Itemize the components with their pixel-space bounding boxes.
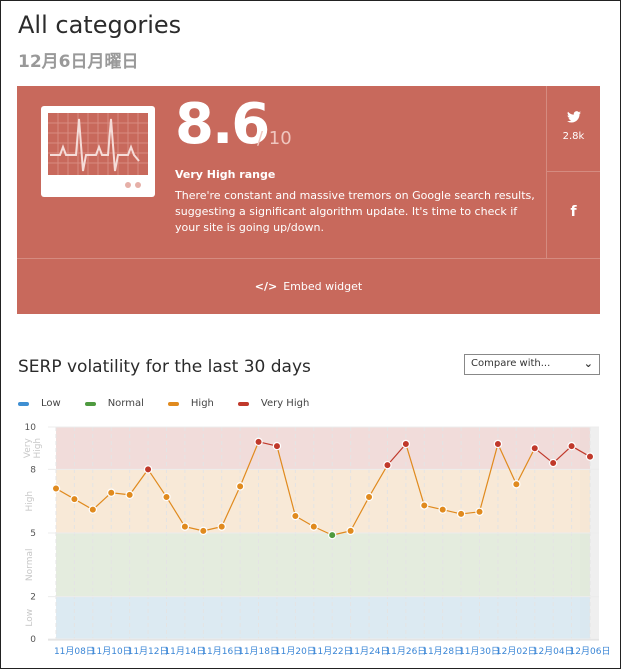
band-label: Normal <box>25 549 35 582</box>
data-point <box>328 530 337 540</box>
data-point <box>217 522 226 531</box>
band-normal <box>56 533 590 597</box>
data-point <box>548 458 558 468</box>
data-point <box>107 488 116 497</box>
band-very-high <box>56 427 590 470</box>
band-low <box>56 596 590 639</box>
y-tick-label: 10 <box>25 423 37 433</box>
data-point <box>364 492 374 502</box>
x-tick-label: 12月02日 <box>496 646 537 657</box>
x-tick-label: 11月14日 <box>164 646 205 657</box>
data-point <box>88 505 98 514</box>
x-tick-label: 11月18日 <box>238 646 279 657</box>
band-label: High <box>33 438 43 459</box>
data-point <box>567 441 576 451</box>
data-point <box>235 482 245 491</box>
y-tick-label: 8 <box>30 465 36 475</box>
data-point <box>512 480 521 489</box>
data-point <box>51 484 61 493</box>
data-point <box>70 494 79 504</box>
data-point <box>585 452 595 461</box>
y-tick-label: 5 <box>30 529 36 539</box>
band-label: High <box>25 491 35 512</box>
x-tick-label: 11月12日 <box>128 646 169 657</box>
band-high <box>56 469 590 533</box>
data-point <box>420 501 429 510</box>
data-point <box>125 490 134 500</box>
data-point <box>401 439 411 449</box>
x-tick-label: 11月16日 <box>201 646 242 657</box>
x-tick-label: 11月26日 <box>385 646 426 657</box>
data-point <box>143 465 153 474</box>
data-point <box>291 511 300 521</box>
data-point <box>383 460 392 470</box>
data-point <box>456 509 466 519</box>
data-point <box>309 522 318 531</box>
y-tick-label: 0 <box>30 635 36 645</box>
x-tick-label: 11月08日 <box>54 646 95 657</box>
data-point <box>530 444 539 453</box>
band-label: Very <box>23 438 33 459</box>
data-point <box>493 439 503 449</box>
band-label: Low <box>25 609 35 627</box>
x-tick-label: 11月30日 <box>459 646 500 657</box>
data-point <box>199 526 208 536</box>
volatility-chart: 025810LowNormalHighVery High11月08日11月10日1… <box>23 423 611 657</box>
data-point <box>162 492 171 502</box>
x-tick-label: 12月04日 <box>533 646 574 657</box>
data-point <box>272 441 282 451</box>
x-tick-label: 11月22日 <box>312 646 353 657</box>
x-tick-label: 11月20日 <box>275 646 316 657</box>
data-point <box>180 522 190 531</box>
data-point <box>346 526 355 536</box>
data-point <box>438 505 447 514</box>
x-tick-label: 11月24日 <box>349 646 390 657</box>
y-tick-label: 2 <box>30 593 36 603</box>
data-point <box>254 437 263 447</box>
data-point <box>475 507 484 516</box>
x-tick-label: 11月10日 <box>91 646 132 657</box>
x-tick-label: 12月06日 <box>570 646 611 657</box>
x-tick-label: 11月28日 <box>422 646 463 657</box>
